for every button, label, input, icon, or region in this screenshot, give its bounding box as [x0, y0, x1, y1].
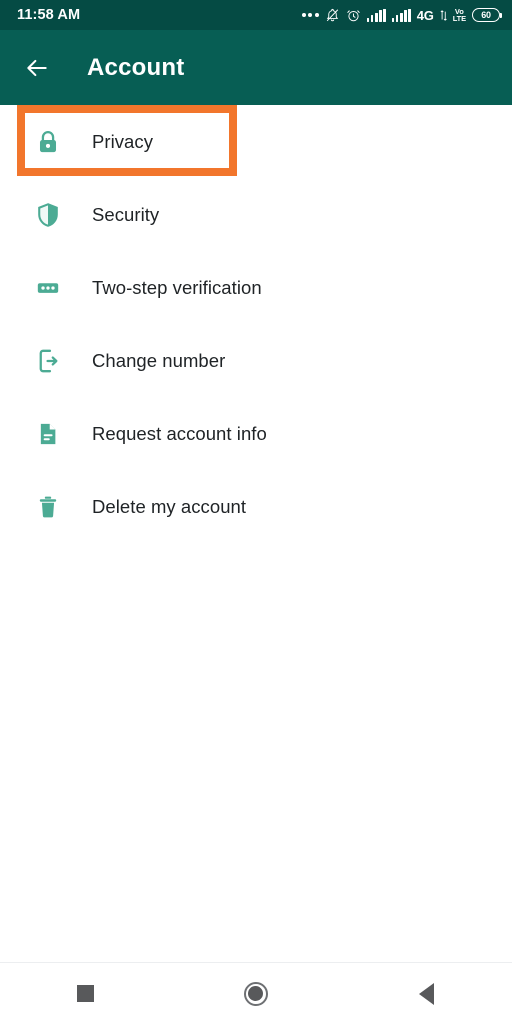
page-title: Account — [87, 53, 185, 81]
lock-icon — [33, 127, 63, 157]
network-type-label: 4G — [416, 7, 434, 23]
phone-exit-icon — [33, 346, 63, 376]
list-item-request-account-info[interactable]: Request account info — [0, 397, 512, 470]
list-item-privacy[interactable]: Privacy — [0, 105, 512, 178]
battery-percent-label: 60 — [481, 10, 491, 20]
signal-bars-sim1-icon — [366, 8, 386, 22]
alarm-clock-icon — [346, 8, 361, 23]
list-item-security[interactable]: Security — [0, 178, 512, 251]
data-transfer-arrows-icon — [440, 9, 447, 22]
battery-icon: 60 — [472, 8, 503, 22]
list-item-label: Request account info — [92, 422, 267, 444]
list-item-label: Security — [92, 203, 160, 225]
list-item-delete-my-account[interactable]: Delete my account — [0, 470, 512, 543]
circle-icon — [243, 981, 268, 1006]
bell-muted-icon — [325, 8, 340, 23]
back-button[interactable] — [395, 970, 459, 1018]
status-bar: 11:58 AM 4G Vo LTE 60 — [0, 0, 512, 30]
volte-icon: Vo LTE — [452, 7, 466, 23]
list-item-label: Delete my account — [92, 495, 247, 517]
status-bar-clock: 11:58 AM — [17, 7, 81, 23]
trash-icon — [33, 492, 63, 522]
phone-screen: 11:58 AM 4G Vo LTE 60 Account Privacy Se… — [0, 0, 512, 1024]
list-item-two-step-verification[interactable]: Two-step verification — [0, 251, 512, 324]
recents-button[interactable] — [53, 970, 117, 1018]
system-navigation-bar — [0, 962, 512, 1024]
square-icon — [76, 985, 94, 1002]
document-icon — [33, 419, 63, 449]
back-arrow-icon[interactable] — [22, 53, 52, 83]
list-item-label: Two-step verification — [92, 276, 262, 298]
list-item-change-number[interactable]: Change number — [0, 324, 512, 397]
shield-icon — [33, 200, 63, 230]
home-button[interactable] — [224, 970, 288, 1018]
volte-line-2: LTE — [452, 14, 466, 23]
status-bar-icons: 4G Vo LTE 60 — [301, 7, 503, 23]
settings-list: Privacy Security Two-step verification C… — [0, 105, 512, 962]
more-dots-icon — [301, 13, 319, 17]
signal-bars-sim2-icon — [391, 8, 411, 22]
app-bar: Account — [0, 30, 512, 105]
triangle-left-icon — [419, 982, 435, 1005]
list-item-label: Privacy — [92, 130, 153, 152]
dots-badge-icon — [33, 273, 63, 303]
list-item-label: Change number — [92, 349, 226, 371]
